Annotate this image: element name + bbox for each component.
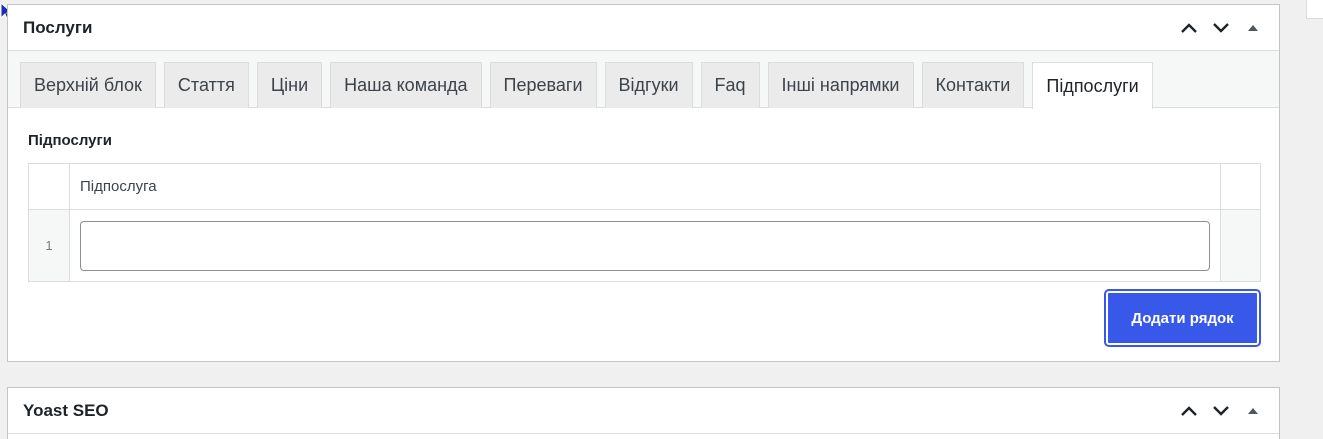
tab-article[interactable]: Стаття (163, 62, 249, 108)
metabox-controls (1177, 16, 1265, 40)
tab-reviews[interactable]: Відгуки (604, 62, 693, 108)
metabox-controls (1177, 399, 1265, 423)
tab-top-block[interactable]: Верхній блок (20, 62, 156, 108)
metabox-header: Послуги (8, 5, 1279, 51)
move-up-icon[interactable] (1177, 399, 1201, 423)
add-row-button[interactable]: Додати рядок (1104, 289, 1261, 347)
repeater-actions: Додати рядок (28, 289, 1261, 347)
column-header: Підпослуга (80, 178, 157, 195)
repeater-row: 1 (29, 210, 1260, 281)
tab-contacts[interactable]: Контакти (921, 62, 1025, 108)
collapse-toggle-icon[interactable] (1241, 399, 1265, 423)
move-up-icon[interactable] (1177, 16, 1201, 40)
field-label: Підпослуги (28, 132, 112, 149)
screen-options-corner (1306, 0, 1323, 19)
tab-bar: Верхній блок Стаття Ціни Наша команда Пе… (8, 51, 1279, 109)
tab-prices[interactable]: Ціни (256, 62, 323, 108)
row-number[interactable]: 1 (29, 210, 70, 281)
subservice-input[interactable] (80, 220, 1210, 271)
yoast-seo-metabox: Yoast SEO (7, 387, 1280, 439)
repeater-table: Підпослуга 1 (28, 163, 1261, 282)
metabox-title: Послуги (23, 17, 93, 37)
tab-other-directions[interactable]: Інші напрямки (767, 62, 914, 108)
metabox-header: Yoast SEO (8, 388, 1279, 434)
move-down-icon[interactable] (1209, 399, 1233, 423)
collapse-toggle-icon[interactable] (1241, 16, 1265, 40)
tab-content: Підпослуги Підпослуга 1 Додати рядок (8, 108, 1279, 347)
header-remove-cell (1220, 164, 1260, 209)
row-remove-cell[interactable] (1220, 210, 1260, 281)
tab-faq[interactable]: Faq (700, 62, 760, 108)
row-field-cell (70, 210, 1220, 281)
repeater-header: Підпослуга (29, 164, 1260, 210)
header-order-cell (29, 164, 70, 209)
tab-advantages[interactable]: Переваги (489, 62, 597, 108)
tab-our-team[interactable]: Наша команда (330, 62, 482, 108)
services-metabox: Послуги Верхній блок Стаття Ціни Наша ко… (7, 4, 1280, 362)
metabox-title: Yoast SEO (23, 400, 109, 420)
tab-subservices[interactable]: Підпослуги (1032, 62, 1153, 109)
move-down-icon[interactable] (1209, 16, 1233, 40)
